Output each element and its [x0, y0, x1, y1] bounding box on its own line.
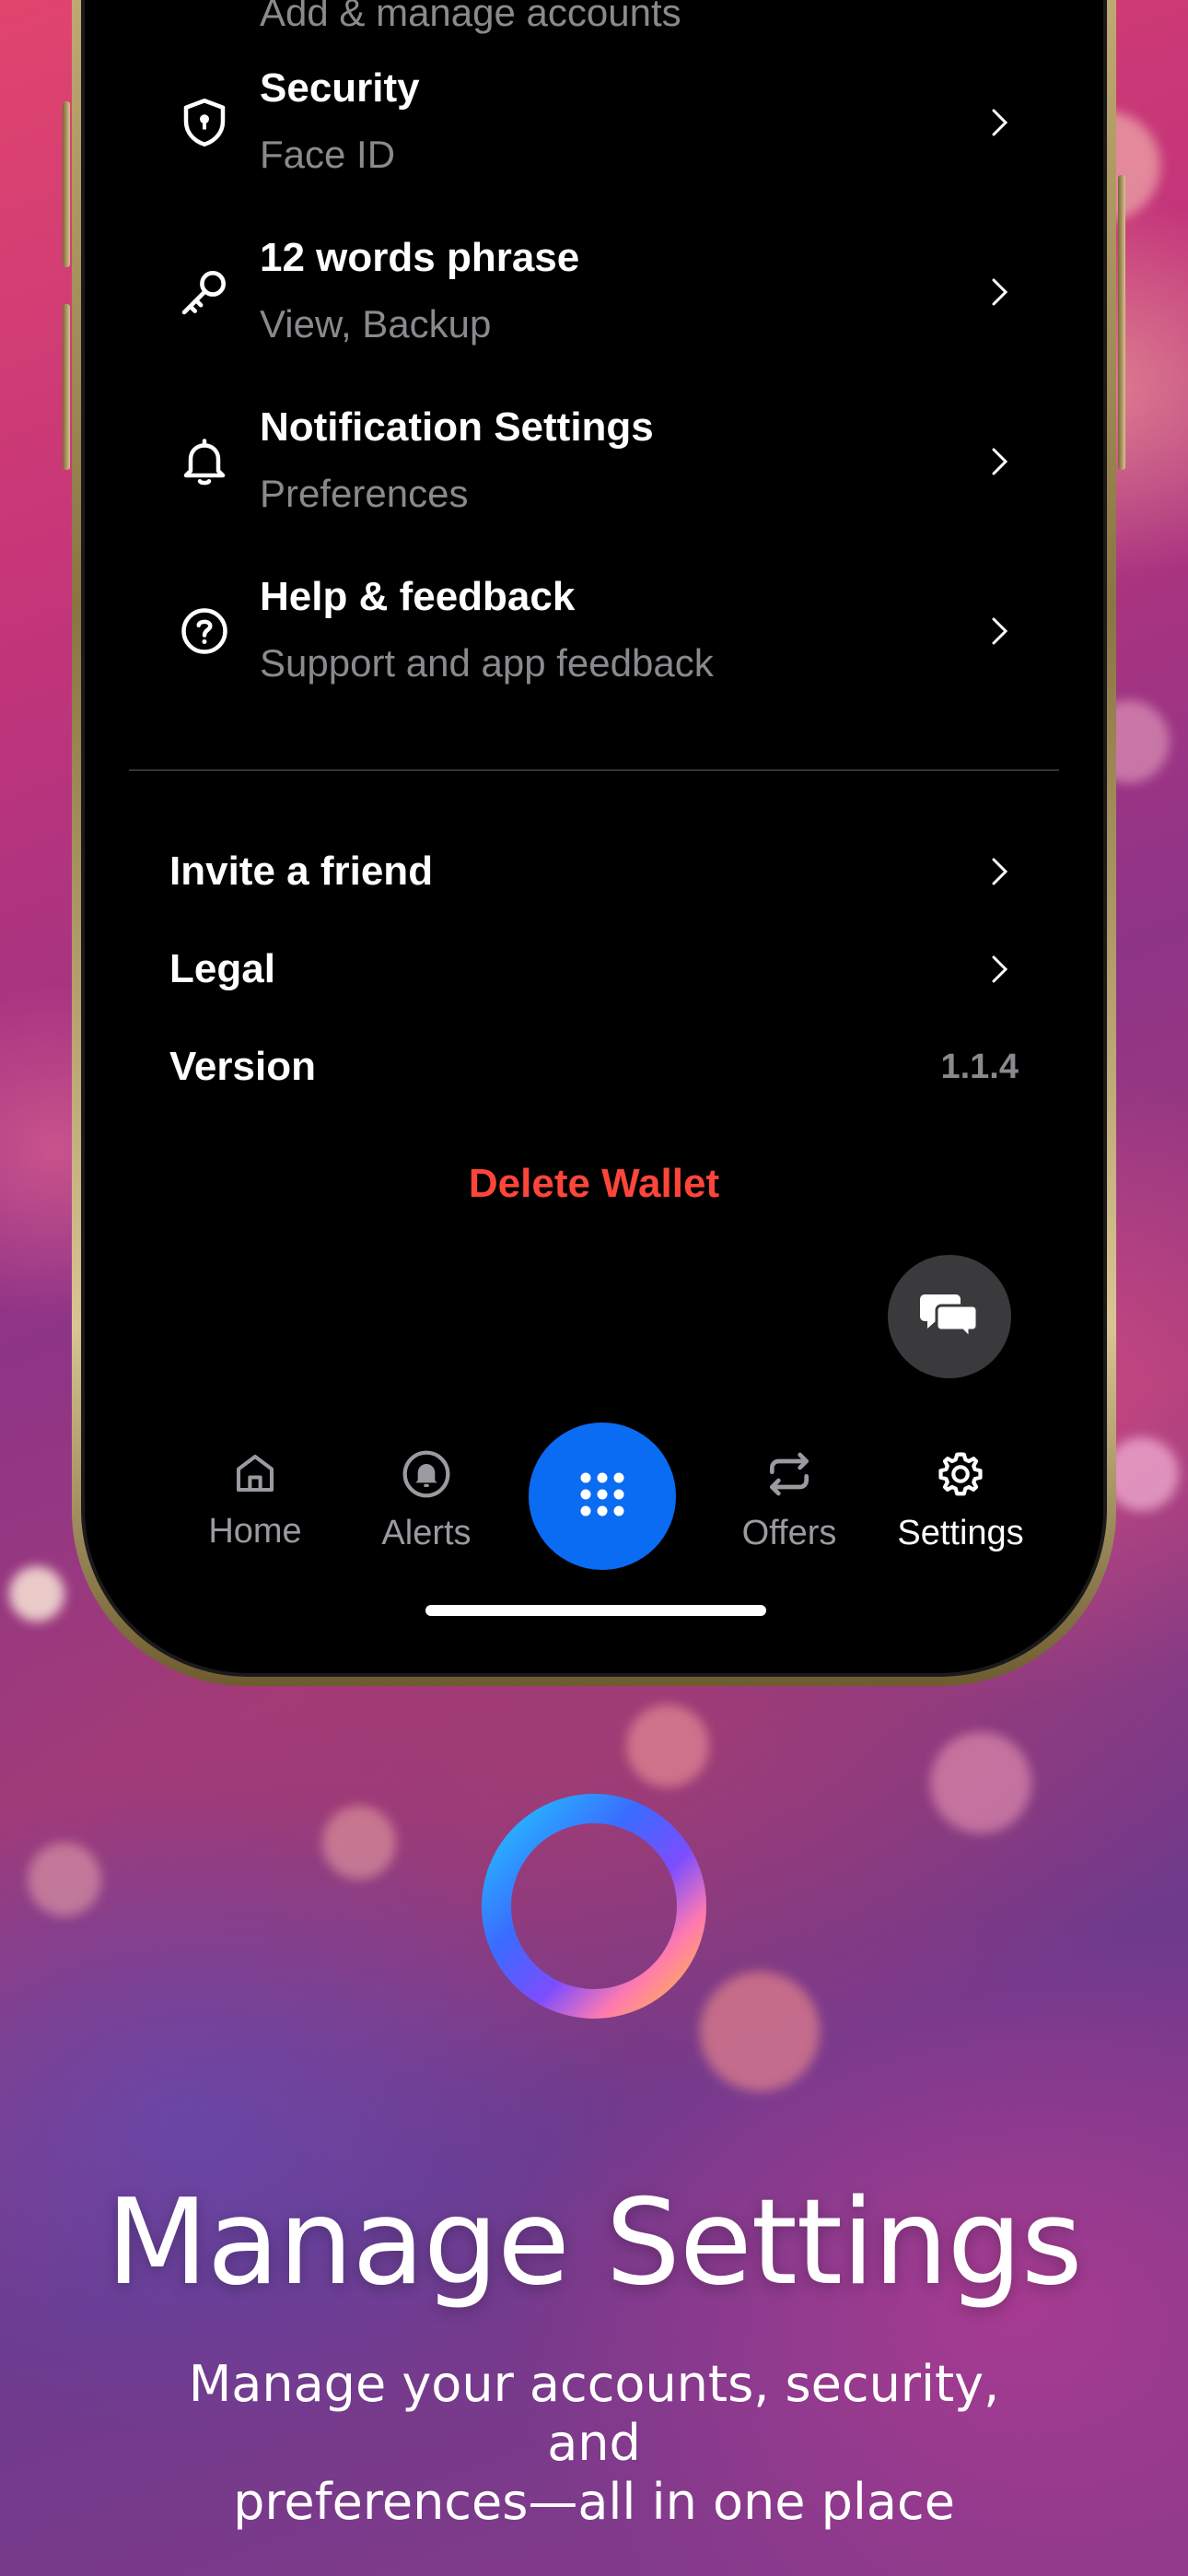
tab-home[interactable]: Home [177, 1448, 333, 1551]
tab-settings[interactable]: Settings [882, 1448, 1039, 1553]
phone-frame: Add & manage accounts Security Face ID 1… [72, 0, 1116, 1686]
help-icon [169, 596, 239, 666]
tab-home-label: Home [208, 1512, 302, 1551]
security-title: Security [260, 65, 420, 111]
gear-icon [935, 1448, 986, 1505]
bokeh-light [322, 1806, 396, 1879]
chevron-right-icon [982, 443, 1019, 480]
phone-side-button [1118, 175, 1125, 470]
tab-offers[interactable]: Offers [711, 1448, 868, 1553]
settings-item-phrase[interactable]: 12 words phrase View, Backup [169, 232, 1019, 352]
grid-dots-icon [577, 1469, 628, 1525]
section-divider [129, 769, 1059, 771]
chevron-right-icon [982, 613, 1019, 650]
settings-item-security[interactable]: Security Face ID [169, 63, 1019, 182]
bokeh-light [9, 1566, 64, 1622]
chevron-right-icon [982, 853, 1019, 890]
bokeh-light [28, 1843, 101, 1916]
notifications-title: Notification Settings [260, 404, 654, 450]
version-row: Version 1.1.4 [169, 1035, 1019, 1099]
tab-settings-label: Settings [897, 1514, 1024, 1552]
subline-line-1: Manage your accounts, security, and [188, 2355, 1000, 2472]
chat-bubbles-icon [919, 1289, 980, 1345]
shield-icon [169, 88, 239, 158]
invite-friend-row[interactable]: Invite a friend [169, 839, 1019, 904]
help-subtitle: Support and app feedback [260, 641, 714, 685]
brand-ring-logo [481, 1793, 707, 2020]
settings-item-help[interactable]: Help & feedback Support and app feedback [169, 571, 1019, 691]
legal-row[interactable]: Legal [169, 937, 1019, 1001]
bokeh-light [700, 1972, 820, 2091]
home-indicator [425, 1605, 766, 1616]
security-subtitle: Face ID [260, 133, 396, 176]
subline-line-2: preferences—all in one place [233, 2473, 955, 2531]
phone-screen: Add & manage accounts Security Face ID 1… [81, 0, 1107, 1677]
subline: Manage your accounts, security, and pref… [166, 2355, 1022, 2532]
bokeh-light [1105, 1437, 1179, 1511]
key-icon [169, 257, 239, 327]
version-value: 1.1.4 [940, 1047, 1019, 1086]
bell-icon [169, 427, 239, 497]
phrase-title: 12 words phrase [260, 235, 580, 280]
repeat-arrows-icon [763, 1448, 816, 1505]
version-label: Version [169, 1044, 316, 1089]
alerts-bell-icon [401, 1448, 452, 1505]
legal-label: Legal [169, 946, 275, 991]
accounts-row[interactable]: Add & manage accounts [169, 0, 1019, 48]
chevron-right-icon [982, 104, 1019, 141]
phone-side-button [63, 101, 70, 267]
chevron-right-icon [982, 274, 1019, 310]
help-title: Help & feedback [260, 574, 576, 619]
settings-item-notifications[interactable]: Notification Settings Preferences [169, 402, 1019, 521]
tab-offers-label: Offers [741, 1514, 837, 1552]
notifications-subtitle: Preferences [260, 472, 469, 515]
tab-alerts-label: Alerts [381, 1514, 472, 1552]
home-icon [230, 1448, 280, 1503]
headline: Manage Settings [106, 2174, 1082, 2312]
chat-support-button[interactable] [888, 1255, 1011, 1378]
apps-grid-button[interactable] [529, 1423, 676, 1570]
delete-wallet-button[interactable]: Delete Wallet [85, 1161, 1103, 1207]
phone-side-button [63, 304, 70, 470]
bokeh-light [930, 1732, 1031, 1833]
bokeh-light [626, 1704, 709, 1787]
phrase-subtitle: View, Backup [260, 302, 492, 345]
accounts-row-subtitle: Add & manage accounts [260, 0, 681, 34]
settings-screen: Add & manage accounts Security Face ID 1… [85, 0, 1103, 1673]
chevron-right-icon [982, 951, 1019, 988]
invite-friend-label: Invite a friend [169, 849, 434, 894]
tab-alerts[interactable]: Alerts [348, 1448, 505, 1553]
